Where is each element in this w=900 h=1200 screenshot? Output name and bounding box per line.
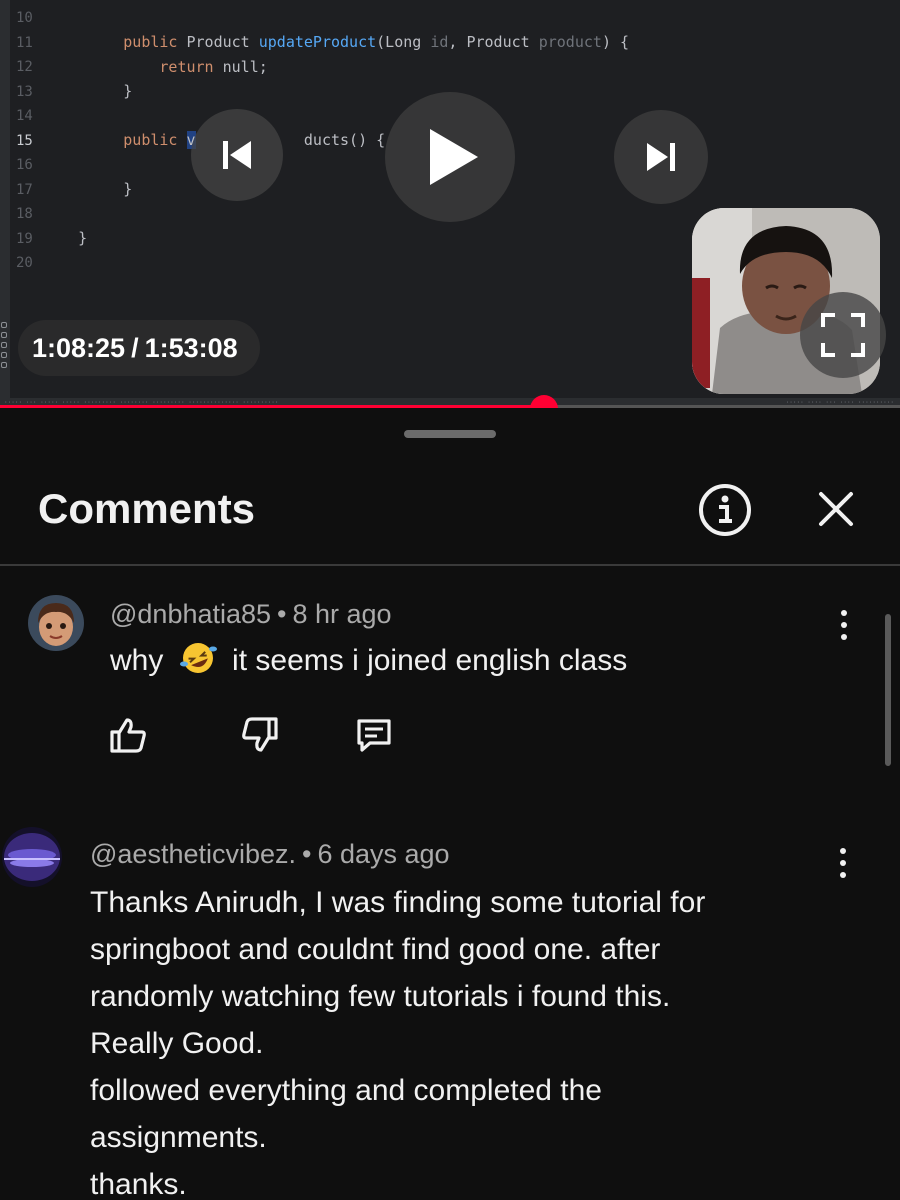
play-icon — [430, 129, 478, 185]
progress-played — [0, 405, 544, 408]
play-button[interactable] — [385, 92, 515, 222]
previous-icon — [223, 141, 251, 169]
previous-button[interactable] — [191, 109, 283, 201]
info-button[interactable] — [696, 481, 754, 539]
editor-tool-strip — [0, 0, 10, 408]
comment-line: assignments. — [90, 1121, 267, 1154]
comment-author[interactable]: @dnbhatia85 — [110, 599, 271, 629]
line-number: 18 — [16, 206, 33, 222]
line-number: 10 — [16, 10, 33, 26]
comment-line: Thanks Anirudh, I was finding some tutor… — [90, 886, 706, 919]
info-icon — [699, 484, 751, 536]
code-line-13: } — [123, 82, 133, 100]
like-icon — [110, 718, 146, 753]
code-line-17: } — [123, 180, 133, 198]
editor-code: public Product updateProduct(Long id, Pr… — [42, 30, 629, 251]
avatar-image — [2, 827, 62, 887]
fullscreen-button[interactable] — [800, 292, 886, 378]
line-number: 12 — [16, 59, 33, 75]
reply-button[interactable] — [350, 711, 398, 759]
header-divider — [0, 564, 900, 566]
comments-sheet: Comments @dnbhatia85 • 8 hr ago why it s… — [0, 411, 900, 1200]
comment-line: Really Good. — [90, 1027, 264, 1060]
comment-line: springboot and couldnt find good one. af… — [90, 933, 661, 966]
line-number: 17 — [16, 181, 33, 198]
line-number: 19 — [16, 230, 33, 247]
comment-line: followed everything and completed the — [90, 1074, 602, 1107]
editor-tool-icons — [1, 322, 9, 368]
comment-time: 6 days ago — [317, 839, 450, 869]
comment-time: 8 hr ago — [292, 599, 392, 629]
comments-scrollbar[interactable] — [885, 614, 891, 766]
comment-line: randomly watching few tutorials i found … — [90, 980, 671, 1013]
avatar[interactable] — [28, 595, 84, 651]
time-display: 1:08:25 / 1:53:08 — [18, 320, 260, 376]
comment-text: why it seems i joined english class — [110, 637, 627, 684]
comment-meta: @aestheticvibez. • 6 days ago — [90, 839, 450, 869]
line-number-active: 15 — [16, 132, 33, 149]
reply-icon — [357, 719, 391, 752]
current-time: 1:08:25 — [32, 332, 126, 363]
code-line-19: } — [78, 229, 88, 247]
line-number: 13 — [16, 83, 33, 100]
line-number: 11 — [16, 34, 33, 51]
like-button[interactable] — [104, 711, 152, 759]
comment-line: thanks. — [90, 1168, 187, 1200]
video-player[interactable]: 10 11 12 13 14 15 16 17 18 19 20 public … — [0, 0, 900, 408]
line-number: 16 — [16, 157, 33, 173]
close-icon — [819, 492, 853, 526]
comment-meta: @dnbhatia85 • 8 hr ago — [110, 599, 392, 629]
dislike-icon — [242, 717, 278, 752]
comments-title: Comments — [38, 485, 256, 532]
comment-author[interactable]: @aestheticvibez. — [90, 839, 296, 869]
code-line-11: public Product updateProduct(Long id, Pr… — [123, 33, 630, 51]
code-line-15: public v ducts() { — [123, 131, 386, 149]
drag-handle[interactable] — [404, 430, 496, 438]
comment-text: Thanks Anirudh, I was finding some tutor… — [90, 879, 860, 1200]
avatar-image — [28, 595, 84, 651]
comment-menu-button[interactable] — [829, 603, 859, 647]
fullscreen-icon — [821, 313, 865, 357]
next-button[interactable] — [614, 110, 708, 204]
close-button[interactable] — [808, 481, 864, 537]
line-number: 14 — [16, 108, 33, 124]
progress-scrubber[interactable] — [529, 395, 558, 408]
progress-bar[interactable] — [0, 395, 900, 408]
rofl-emoji-icon — [179, 643, 217, 673]
next-icon — [647, 143, 675, 171]
comment-item: @aestheticvibez. • 6 days ago Thanks Aniru… — [0, 821, 900, 1200]
comment-menu-button[interactable] — [828, 841, 858, 885]
avatar[interactable] — [2, 827, 62, 887]
comment-item: @dnbhatia85 • 8 hr ago why it seems i join… — [0, 587, 900, 787]
editor-line-numbers: 10 11 12 13 14 15 16 17 18 19 20 — [16, 6, 33, 276]
line-number: 20 — [16, 255, 33, 271]
time-separator: / — [131, 332, 139, 363]
duration: 1:53:08 — [144, 332, 238, 363]
code-line-12: return null; — [159, 57, 268, 76]
dislike-button[interactable] — [236, 711, 284, 759]
